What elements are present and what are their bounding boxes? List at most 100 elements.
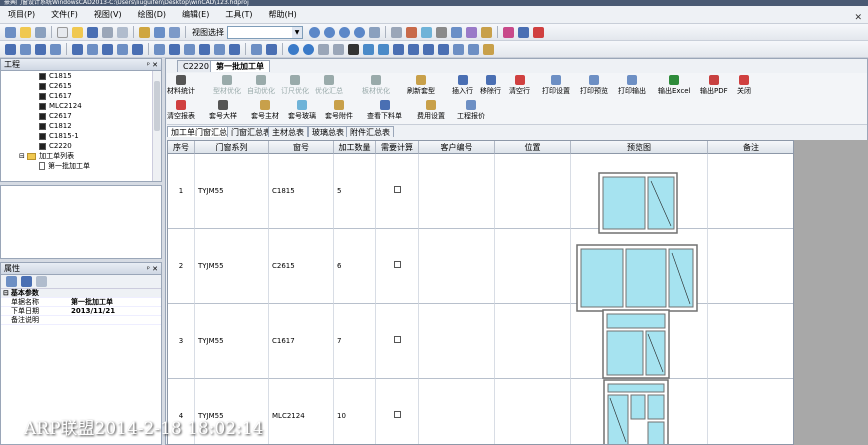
table-cell-code[interactable]: C1617 xyxy=(269,304,334,379)
auto-optimize-button[interactable]: 自动优化 xyxy=(247,75,275,96)
scrollbar[interactable] xyxy=(152,71,161,181)
tree-item[interactable]: MLC2124 xyxy=(1,101,161,111)
table-cell-customer-no[interactable] xyxy=(419,304,495,379)
redo-icon[interactable] xyxy=(303,43,314,55)
tab-first-batch[interactable]: 第一批加工单 xyxy=(210,60,270,72)
subtab-processing[interactable]: 加工单门窗汇总 xyxy=(167,126,231,137)
glass-icon[interactable] xyxy=(421,26,432,38)
table-cell-no[interactable]: 3 xyxy=(168,304,195,379)
cost-settings-button[interactable]: 费用设置 xyxy=(417,100,445,121)
pan-icon[interactable] xyxy=(369,26,380,38)
draw-icon[interactable] xyxy=(5,43,16,55)
disk-icon[interactable] xyxy=(87,26,98,38)
align-left-icon[interactable] xyxy=(393,43,404,55)
set-detail-button[interactable]: 套号大样 xyxy=(209,100,237,121)
grid-icon[interactable] xyxy=(453,43,464,55)
new-icon[interactable] xyxy=(57,26,68,38)
zoom-all-icon[interactable] xyxy=(354,26,365,38)
help-icon[interactable] xyxy=(518,26,529,38)
draw-icon[interactable] xyxy=(20,43,31,55)
snap-icon[interactable] xyxy=(483,43,494,55)
table-cell-qty[interactable]: 7 xyxy=(334,304,376,379)
align-right-icon[interactable] xyxy=(408,43,419,55)
table-cell-position[interactable] xyxy=(495,229,571,304)
zoom-out-icon[interactable] xyxy=(324,26,335,38)
settings-icon[interactable] xyxy=(466,26,477,38)
draw-icon[interactable] xyxy=(117,43,128,55)
collapse-icon[interactable]: ⊟ xyxy=(1,289,9,297)
table-cell-customer-no[interactable] xyxy=(419,379,495,444)
subtab-accessories[interactable]: 附件汇总表 xyxy=(346,126,394,137)
view-cut-list-button[interactable]: 查看下料单 xyxy=(367,100,402,121)
table-cell-code[interactable]: MLC2124 xyxy=(269,379,334,444)
draw-icon[interactable] xyxy=(35,43,46,55)
print-output-button[interactable]: 打印输出 xyxy=(618,75,646,96)
prop-row[interactable]: 备注说明 xyxy=(1,316,161,325)
need-calc-checkbox[interactable] xyxy=(393,411,401,418)
set-accessory-button[interactable]: 套号附件 xyxy=(325,100,353,121)
subtab-glass[interactable]: 玻璃总表 xyxy=(308,126,348,137)
tree-item[interactable]: C1617 xyxy=(1,91,161,101)
draw-icon[interactable] xyxy=(169,43,180,55)
tree-item[interactable]: C2615 xyxy=(1,81,161,91)
prop-group[interactable]: ⊟ 基本参数 xyxy=(1,289,161,298)
draw-icon[interactable] xyxy=(184,43,195,55)
mirror-icon[interactable] xyxy=(363,43,374,55)
save-icon[interactable] xyxy=(20,26,31,38)
subtab-main-material[interactable]: 主材总表 xyxy=(268,126,308,137)
table-cell-no[interactable]: 2 xyxy=(168,229,195,304)
copy-icon[interactable] xyxy=(333,43,344,55)
draw-icon[interactable] xyxy=(132,43,143,55)
tree-item[interactable]: C2220 xyxy=(1,141,161,151)
column-header-code[interactable]: 窗号 xyxy=(269,141,334,154)
table-cell-customer-no[interactable] xyxy=(419,229,495,304)
set-main-material-button[interactable]: 套号主材 xyxy=(251,100,279,121)
prop-value[interactable] xyxy=(71,316,161,324)
need-calc-checkbox[interactable] xyxy=(393,261,401,268)
table-cell-remarks[interactable] xyxy=(708,304,793,379)
table-cell-position[interactable] xyxy=(495,304,571,379)
tree-item-selected[interactable]: 第一批加工单 xyxy=(1,161,161,171)
column-header-position[interactable]: 位置 xyxy=(495,141,571,154)
profile-optimize-button[interactable]: 型材优化 xyxy=(213,75,241,96)
refresh-set-button[interactable]: 刷新套型 xyxy=(407,75,435,96)
menu-project[interactable]: 项目(P) xyxy=(0,6,43,24)
need-calc-checkbox[interactable] xyxy=(393,336,401,343)
tree-item[interactable]: C1815-1 xyxy=(1,131,161,141)
draw-icon[interactable] xyxy=(72,43,83,55)
column-header-qty[interactable]: 加工数量 xyxy=(334,141,376,154)
table-cell-series[interactable]: TYJM55 xyxy=(195,229,269,304)
need-calc-checkbox[interactable] xyxy=(393,186,401,193)
draw-icon[interactable] xyxy=(50,43,61,55)
print-icon[interactable] xyxy=(35,26,46,38)
remove-row-button[interactable]: 移除行 xyxy=(480,75,501,96)
pin-icon[interactable]: ᵖ ✕ xyxy=(147,263,158,275)
view-select-dropdown[interactable]: ▼ xyxy=(227,25,303,39)
table-icon[interactable] xyxy=(139,26,150,38)
pin-icon[interactable]: ᵖ ✕ xyxy=(147,59,158,71)
folder-icon[interactable] xyxy=(72,26,83,38)
grid-icon[interactable] xyxy=(117,26,128,38)
set-glass-button[interactable]: 套号玻璃 xyxy=(288,100,316,121)
property-pages-icon[interactable] xyxy=(36,276,47,287)
table-cell-qty[interactable]: 6 xyxy=(334,229,376,304)
tool-icon[interactable] xyxy=(481,26,492,38)
print-setup-button[interactable]: 打印设置 xyxy=(542,75,570,96)
report-icon[interactable] xyxy=(451,26,462,38)
prop-value[interactable]: 第一批加工单 xyxy=(71,298,161,306)
color-icon[interactable] xyxy=(503,26,514,38)
table-cell-remarks[interactable] xyxy=(708,229,793,304)
table-cell-remarks[interactable] xyxy=(708,379,793,444)
clear-report-button[interactable]: 清空报表 xyxy=(167,100,195,121)
material-stats-button[interactable]: 材料统计 xyxy=(167,75,195,96)
calc-icon[interactable] xyxy=(406,26,417,38)
column-header-need-calc[interactable]: 需要计算 xyxy=(376,141,419,154)
scrollbar-thumb[interactable] xyxy=(154,81,160,131)
table-cell-position[interactable] xyxy=(495,379,571,444)
table-cell-series[interactable]: TYJM55 xyxy=(195,154,269,229)
tree-item[interactable]: C1815 xyxy=(1,71,161,81)
column-header-series[interactable]: 门窗系列 xyxy=(195,141,269,154)
prop-value[interactable]: 2013/11/21 xyxy=(71,307,161,315)
doc-icon[interactable] xyxy=(391,26,402,38)
table-cell-qty[interactable]: 10 xyxy=(334,379,376,444)
